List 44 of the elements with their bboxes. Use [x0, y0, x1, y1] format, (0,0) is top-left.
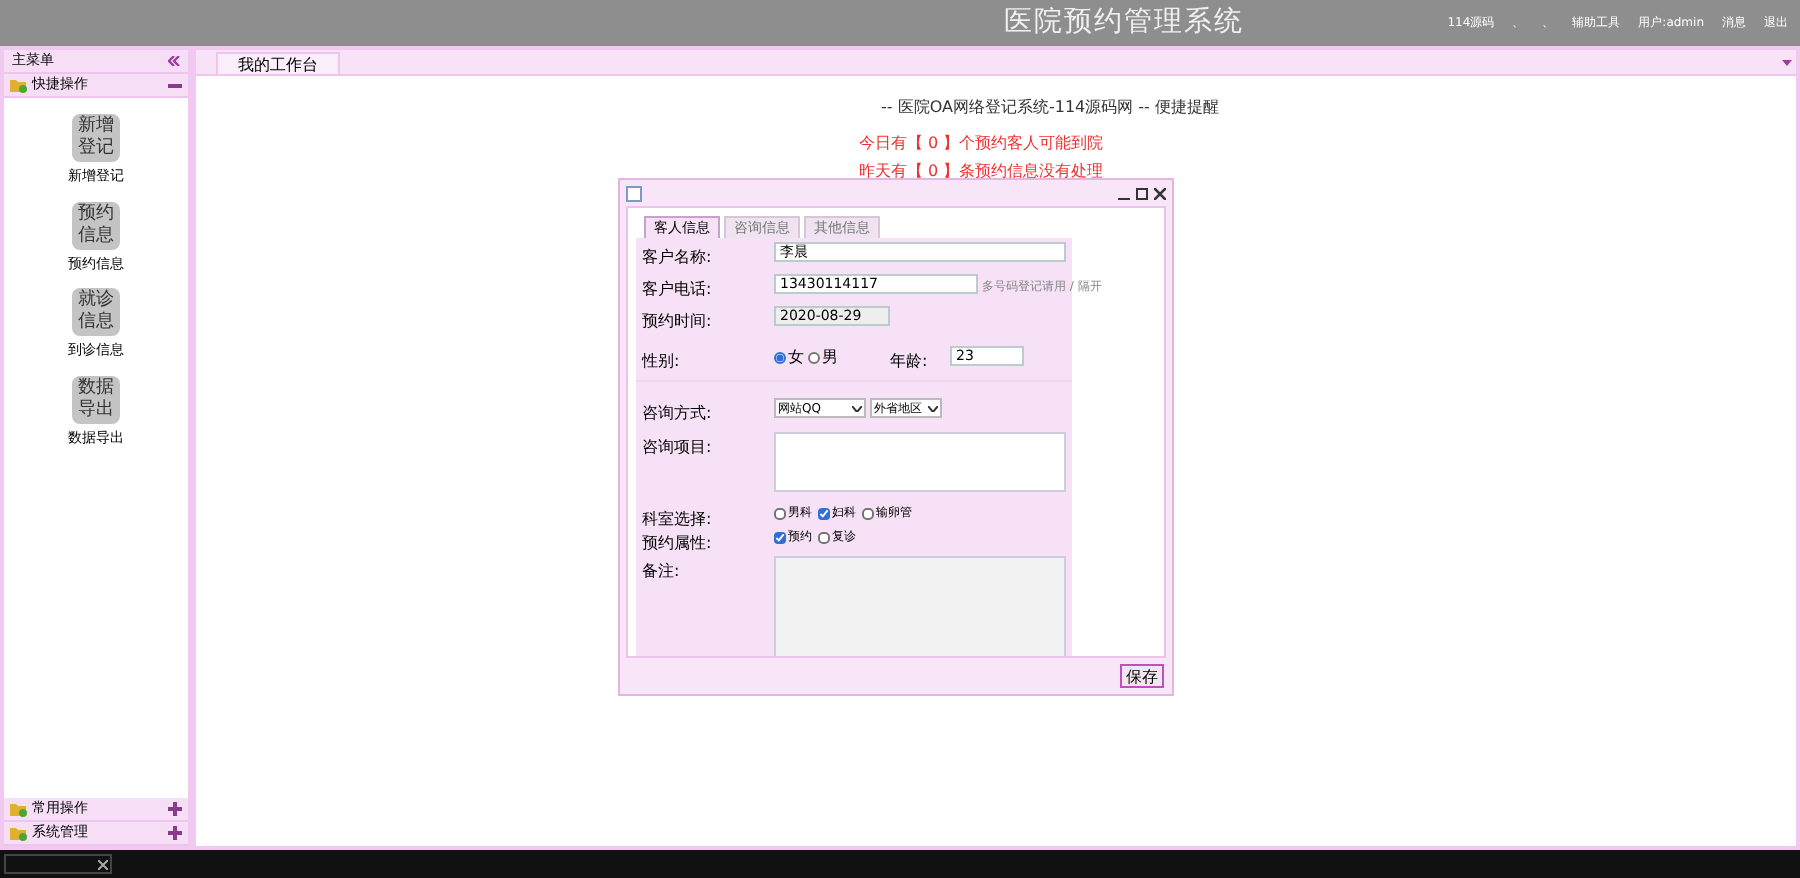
field-label: 咨询项目:: [642, 436, 714, 460]
field-label: 预约时间:: [642, 310, 714, 334]
maximize-icon[interactable]: [1136, 187, 1148, 199]
checkbox[interactable]: [818, 531, 830, 543]
shortcut-button[interactable]: 数据导出: [72, 375, 120, 423]
collapse-icon[interactable]: [168, 56, 180, 66]
save-button[interactable]: 保存: [1120, 664, 1164, 688]
radio-button[interactable]: [774, 352, 786, 364]
field-label: 预约属性:: [642, 532, 714, 556]
field-label: 年龄:: [890, 350, 930, 374]
tab[interactable]: 我的工作台: [216, 52, 340, 74]
minus-icon[interactable]: [168, 83, 182, 87]
checkbox[interactable]: [774, 531, 786, 543]
alert-text: 昨天有【 0 】条预约信息没有处理: [858, 162, 1104, 182]
alert-text: 今日有【 0 】个预约客人可能到院: [858, 134, 1104, 154]
taskbar-field[interactable]: [4, 854, 112, 874]
field-label: 性别:: [642, 350, 682, 374]
close-icon[interactable]: [98, 859, 108, 869]
folder-icon: [10, 77, 28, 93]
checkbox[interactable]: [774, 507, 786, 519]
reminder-heading: -- 医院OA网络登记系统-114源码网 -- 便捷提醒: [881, 98, 1219, 118]
radio-button[interactable]: [808, 352, 820, 364]
shortcut-button[interactable]: 新增登记: [72, 114, 120, 162]
shortcut-button[interactable]: 就诊信息: [72, 288, 120, 336]
checkbox[interactable]: [862, 507, 874, 519]
plus-icon[interactable]: [168, 826, 182, 840]
window-icon: [626, 185, 642, 201]
field-label: 咨询方式:: [642, 402, 714, 426]
field-label: 科室选择:: [642, 508, 714, 532]
checkbox[interactable]: [818, 507, 830, 519]
chevron-icon: [852, 405, 862, 411]
option-label[interactable]: 女: [788, 346, 804, 370]
field-label: 客户名称:: [642, 246, 714, 270]
field-label: 客户电话:: [642, 278, 714, 302]
menu-icon[interactable]: [1782, 58, 1792, 68]
chevron-icon: [928, 405, 938, 411]
folder-icon: [10, 801, 28, 817]
plus-icon[interactable]: [168, 802, 182, 816]
shortcut-button[interactable]: 预约信息: [72, 201, 120, 249]
option-label[interactable]: 男: [822, 346, 838, 370]
app-title: 医院预约管理系统: [1004, 6, 1244, 38]
close-icon[interactable]: [1154, 187, 1166, 199]
field-label: 备注:: [642, 560, 682, 584]
folder-icon: [10, 825, 28, 841]
